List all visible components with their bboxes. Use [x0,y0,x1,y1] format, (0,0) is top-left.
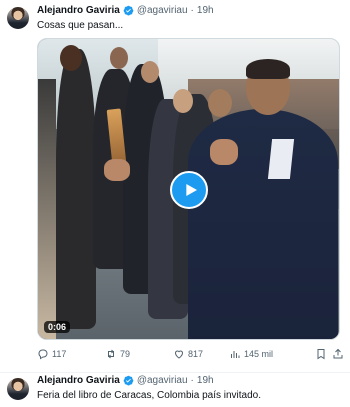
retweet-icon [108,349,114,359]
video-duration: 0:06 [44,321,71,333]
tweet[interactable]: Alejandro Gaviria @agaviriau · 19h Feria… [0,372,350,407]
verified-badge-icon [123,5,134,16]
share-icon [333,348,343,359]
timestamp[interactable]: 19h [197,375,214,386]
separator: · [190,5,194,16]
bookmark-icon [317,349,325,360]
retweet-button[interactable]: 79 [105,348,130,360]
reply-icon [38,349,48,360]
separator: · [190,375,194,386]
play-button[interactable] [170,171,208,209]
retweet-count: 79 [120,349,131,359]
tweet-actions: 117 79 817 145 mil [37,348,343,364]
views-button[interactable]: 145 mil [229,348,273,360]
views-icon [231,351,240,358]
author-name[interactable]: Alejandro Gaviria [37,5,120,16]
play-icon [185,184,197,196]
reply-button[interactable]: 117 [37,348,66,360]
tweet-text: Feria del libro de Caracas, Colombia paí… [37,390,261,401]
like-button[interactable]: 817 [173,348,203,360]
avatar[interactable] [7,7,29,29]
view-count: 145 mil [244,349,274,359]
tweet-text: Cosas que pasan... [37,20,124,31]
author-handle[interactable]: @agaviriau [137,375,188,386]
author-handle[interactable]: @agaviriau [137,5,188,16]
verified-badge-icon [123,375,134,386]
timestamp[interactable]: 19h [197,5,214,16]
video-player[interactable]: 0:06 [37,38,340,340]
tweet-header: Alejandro Gaviria @agaviriau · 19h [37,375,214,386]
bookmark-button[interactable] [315,348,327,360]
reply-count: 117 [52,349,67,359]
like-icon [174,350,184,359]
tweet[interactable]: Alejandro Gaviria @agaviriau · 19h Cosas… [0,0,350,372]
share-button[interactable] [332,348,344,360]
author-name[interactable]: Alejandro Gaviria [37,375,120,386]
like-count: 817 [188,349,204,359]
avatar[interactable] [7,378,29,400]
tweet-header: Alejandro Gaviria @agaviriau · 19h [37,5,214,16]
